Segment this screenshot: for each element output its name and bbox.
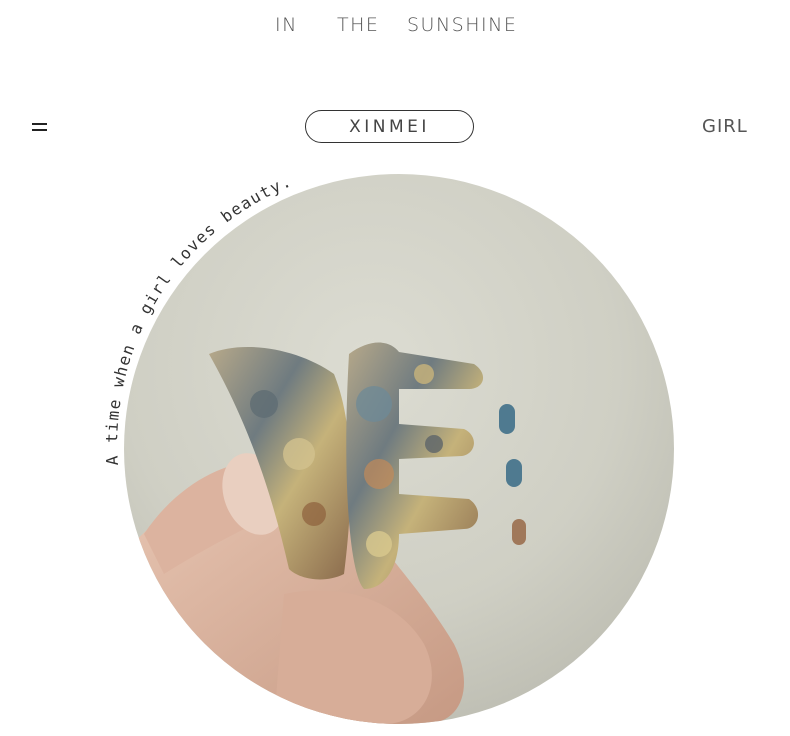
hamburger-menu-icon[interactable] xyxy=(32,121,48,133)
product-photo xyxy=(124,174,674,724)
tagline-word-in: IN xyxy=(275,14,298,36)
tagline-word-the: THE xyxy=(337,14,380,36)
tagline-word-sunshine: SUNSHINE xyxy=(407,14,518,36)
header-right-label[interactable]: GIRL xyxy=(702,116,748,137)
hair-claw-photo-illustration xyxy=(124,174,674,724)
tagline: IN THE SUNSHINE xyxy=(0,14,790,40)
brand-name: XINMEI xyxy=(349,116,430,137)
brand-logo-pill[interactable]: XINMEI xyxy=(305,110,474,143)
